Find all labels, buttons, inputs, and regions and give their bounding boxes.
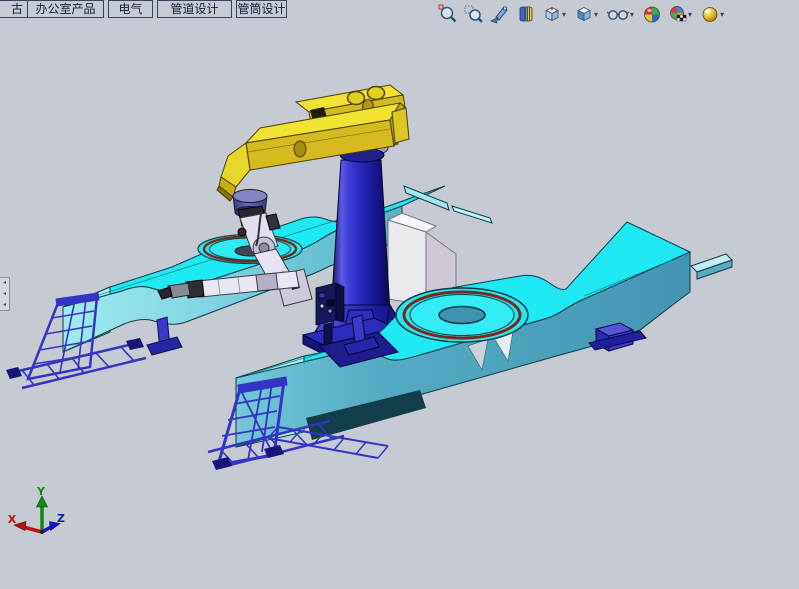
view-settings-button[interactable] [700,4,720,24]
view-settings-dropdown[interactable]: ▾ [720,10,724,19]
view-settings-icon [700,4,720,24]
previous-view-icon [490,4,510,24]
collapse-arrow-icon: ◂ [3,280,6,286]
view-orientation-icon [542,4,562,24]
front-beam-ring-flange [396,288,528,342]
view-orientation-dropdown[interactable]: ▾ [562,10,566,19]
apply-scene-icon [668,4,688,24]
application-window: X Y Z 古 办公室产品 电气 管道设计 管筒设计 [0,0,799,589]
section-view-button[interactable] [516,4,536,24]
collapse-arrow-icon: ◂ [3,302,6,308]
triad-x-label: X [8,513,17,526]
viewport-3d-model[interactable]: X Y Z [0,0,799,589]
front-beam-center-hole [439,307,485,324]
heads-up-view-toolbar: ▾ ▾ ▾ [438,3,726,25]
apply-scene-dropdown[interactable]: ▾ [688,10,692,19]
hide-show-items-icon [606,4,630,24]
edit-appearance-icon [642,4,662,24]
zoom-to-fit-button[interactable] [438,4,458,24]
triad-y-label: Y [36,485,46,498]
apply-scene-button[interactable] [668,4,688,24]
view-orientation-button[interactable] [542,4,562,24]
tab-tubing-design[interactable]: 管筒设计 [236,0,287,18]
zoom-to-area-button[interactable] [464,4,484,24]
boom-hole [294,141,306,157]
collapse-arrow-icon: ◂ [3,291,6,297]
tab-office-products[interactable]: 办公室产品 [27,0,104,18]
hide-show-items-button[interactable] [606,4,630,24]
boom-top-hole [348,92,365,105]
display-style-dropdown[interactable]: ▾ [594,10,598,19]
boom-right-bracket [392,108,409,143]
zoom-to-fit-icon [438,4,458,24]
feature-pane-toggle[interactable]: ◂ ◂ ◂ [0,277,10,311]
tab-piping-design[interactable]: 管道设计 [157,0,232,18]
display-style-icon [574,4,594,24]
tab-electrical[interactable]: 电气 [108,0,153,18]
hide-show-items-dropdown[interactable]: ▾ [630,10,634,19]
section-view-icon [516,4,536,24]
zoom-to-area-icon [464,4,484,24]
triad-z-label: Z [57,512,65,525]
edit-appearance-button[interactable] [642,4,662,24]
display-style-button[interactable] [574,4,594,24]
boom-top-hole [368,87,385,100]
previous-view-button[interactable] [490,4,510,24]
